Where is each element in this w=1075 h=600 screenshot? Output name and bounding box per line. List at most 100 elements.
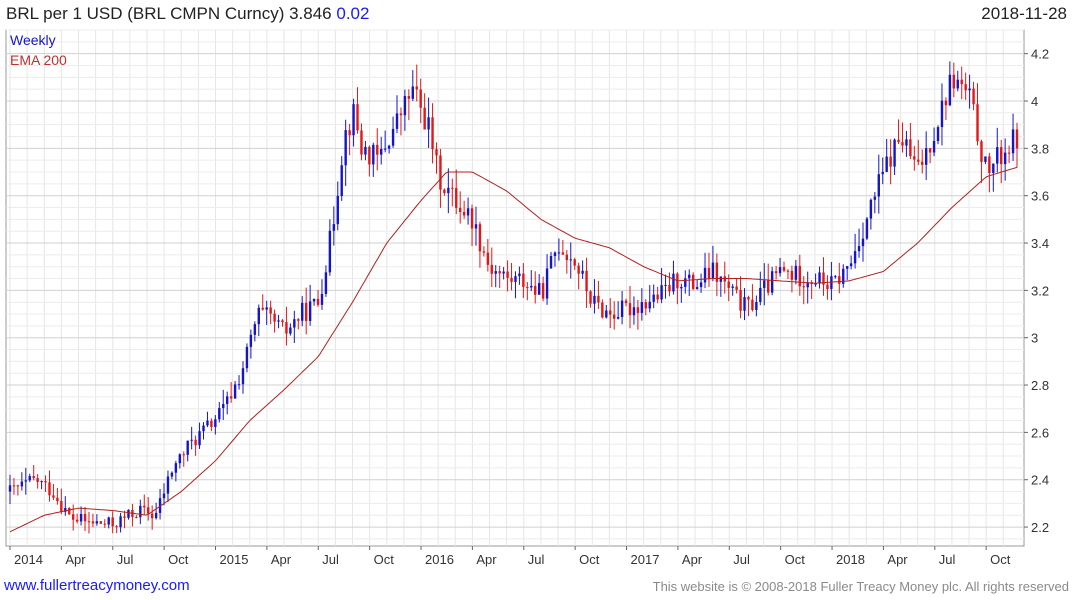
candle-body [861,238,865,247]
candle-body [166,476,170,494]
candle-body [68,508,71,515]
candle-body [48,482,51,496]
candle-body [948,74,952,106]
candle-body [877,174,880,197]
x-tick-label: Jul [528,552,545,567]
candle-body [443,189,446,194]
candle-body [636,307,640,313]
x-tick-label: 2018 [836,552,865,567]
candle-body [316,298,320,305]
candle-body [71,514,75,520]
candle-body [853,251,857,264]
x-tick-label: Apr [271,552,292,567]
candle-body [229,396,233,399]
candle-body [162,493,166,499]
candle-body [1007,152,1011,154]
candle-body [553,252,557,257]
candle-body [249,334,253,347]
candle-body [620,300,624,318]
candle-body [478,224,482,252]
candle-body [83,513,87,522]
candle-body [770,271,774,293]
candle-body [893,139,896,167]
candle-body [301,302,304,321]
y-tick-label: 3.4 [1031,236,1049,251]
candle-body [972,88,975,105]
candle-body [913,156,916,160]
candle-body [589,291,592,304]
y-tick-label: 2.4 [1031,473,1049,488]
candle-body [668,284,671,292]
candle-body [297,319,300,321]
x-tick-label: Oct [168,552,189,567]
candle-body [873,196,877,200]
candle-body [147,507,150,514]
candle-body [372,144,375,165]
candle-body [652,294,655,302]
candle-body [577,265,580,274]
candle-body [905,139,908,146]
candle-body [178,454,182,464]
candle-body [510,277,513,282]
candle-body [154,512,158,519]
candle-body [885,156,888,172]
candle-body [111,517,114,527]
candle-body [541,283,545,299]
candle-body [680,286,683,289]
candle-body [28,476,31,481]
candle-body [514,276,517,282]
candle-body [798,265,802,287]
candle-body [960,79,963,85]
candle-body [585,270,588,292]
candle-body [273,313,276,322]
candle-body [759,287,762,302]
candle-body [735,286,738,290]
candle-body [751,299,754,310]
candle-body [490,264,493,274]
candle-body [403,96,407,116]
candle-body [360,130,363,155]
candle-body [91,521,95,524]
candle-body [537,283,541,295]
candle-body [174,463,178,473]
candle-body [869,199,873,219]
x-tick-label: Jul [117,552,134,567]
candle-body [936,127,940,142]
candle-body [530,285,533,288]
x-tick-label: Apr [476,552,497,567]
candle-body [32,476,35,479]
candle-body [506,271,509,278]
candle-body [170,472,174,477]
candle-body [225,396,229,404]
copyright-notice: This website is © 2008-2018 Fuller Treac… [652,579,1069,594]
candle-body [308,301,312,321]
y-tick-label: 2.6 [1031,425,1049,440]
candle-body [289,327,292,334]
candle-body [565,254,569,261]
website-link[interactable]: www.fullertreacymoney.com [4,577,190,594]
candle-body [95,521,99,524]
candle-body [818,272,821,284]
candle-body [968,88,971,91]
candle-body [573,259,576,266]
candle-body [348,130,351,136]
x-tick-label: 2016 [425,552,454,567]
candle-body [984,156,987,162]
candle-body [451,187,454,189]
candle-body [439,155,442,190]
y-tick-label: 2.8 [1031,378,1049,393]
candle-body [684,278,687,287]
candle-body [466,208,470,216]
candle-body [897,139,900,143]
x-tick-label: Apr [65,552,86,567]
y-tick-label: 3.2 [1031,283,1049,298]
candle-body [782,267,786,271]
candle-body [545,268,549,299]
x-tick-label: Apr [682,552,703,567]
price-chart: 2.2 2.4 2.6 2.8 3 3.2 3.4 3.6 3.8 4 4.2 2014 Apr Jul O… [5,29,1049,567]
y-tick-label: 4 [1031,94,1038,109]
candle-body [747,297,750,300]
candle-body [139,505,142,518]
candle-body [849,263,853,267]
x-tick-label: Oct [374,552,395,567]
